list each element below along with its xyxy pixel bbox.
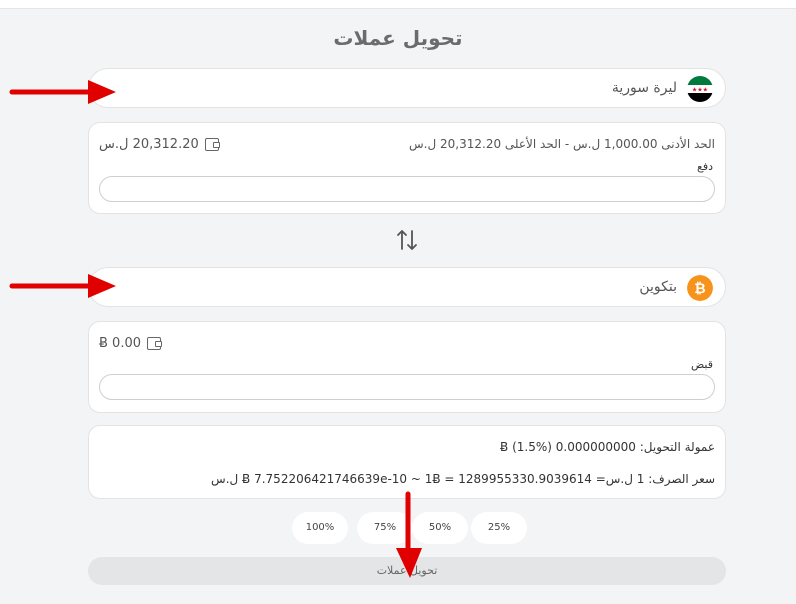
percent-75-button[interactable]: 75%: [357, 512, 413, 544]
receive-label: قبض: [690, 358, 713, 371]
to-currency-name: بتكوين: [639, 279, 677, 295]
swap-vertical-icon[interactable]: [396, 228, 418, 252]
to-currency-selector[interactable]: ₿ بتكوين: [88, 267, 726, 307]
top-bar: [0, 0, 796, 9]
bitcoin-icon: ₿: [687, 275, 713, 301]
from-amount-card: 20,312.20 ل.س الحد الأدنى 1,000.00 ل.س -…: [88, 122, 726, 214]
convert-submit-button[interactable]: تحويل عملات: [88, 557, 726, 585]
svg-text:★★★: ★★★: [692, 87, 708, 94]
wallet-icon: [147, 337, 162, 350]
from-balance: 20,312.20 ل.س: [99, 137, 220, 152]
page-title: تحويل عملات: [333, 26, 463, 50]
receive-amount-input[interactable]: [99, 374, 715, 400]
percent-50-button[interactable]: 50%: [412, 512, 468, 544]
to-balance: Ƀ 0.00: [99, 336, 162, 351]
fee-text: عمولة التحويل: 0.000000000 Ƀ (1.5%): [500, 440, 715, 454]
from-currency-name: ليرة سورية: [611, 80, 677, 96]
conversion-info-card: عمولة التحويل: 0.000000000 Ƀ (1.5%) سعر …: [88, 425, 726, 499]
exchange-rate-text: سعر الصرف: 1 ل.س= Ƀ 7.75220642174663​9e-…: [211, 472, 715, 486]
pay-label: دفع: [696, 160, 713, 173]
percent-25-button[interactable]: 25%: [471, 512, 527, 544]
from-balance-value: 20,312.20 ل.س: [99, 137, 199, 152]
pay-amount-input[interactable]: [99, 176, 715, 202]
wallet-icon: [204, 138, 220, 151]
syria-flag-icon: ★★★: [687, 76, 713, 102]
svg-text:₿: ₿: [694, 281, 705, 297]
to-amount-card: Ƀ 0.00 قبض: [88, 321, 726, 413]
from-currency-selector[interactable]: ★★★ ليرة سورية: [88, 68, 726, 108]
to-balance-value: Ƀ 0.00: [99, 336, 141, 351]
percent-100-button[interactable]: 100%: [292, 512, 348, 544]
from-limits: الحد الأدنى 1,000.00 ل.س - الحد الأعلى 2…: [409, 137, 715, 151]
